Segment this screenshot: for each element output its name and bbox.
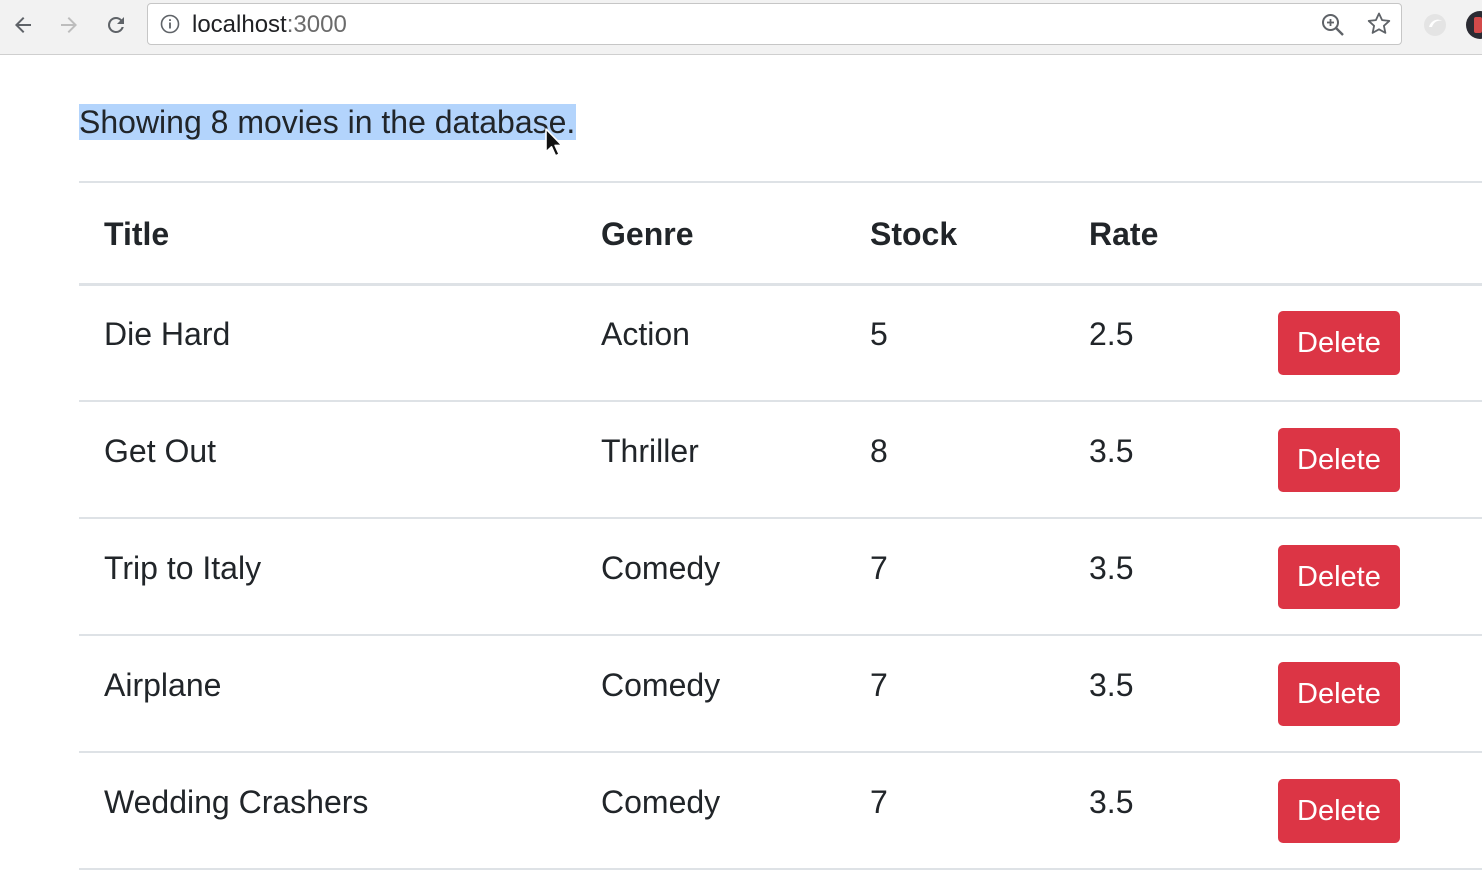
cell-stock: 8: [870, 433, 888, 469]
star-icon[interactable]: [1366, 11, 1392, 37]
delete-button[interactable]: Delete: [1278, 544, 1400, 609]
cell-stock: 7: [870, 784, 888, 820]
cell-actions: Delete: [1253, 518, 1482, 635]
delete-button[interactable]: Delete: [1278, 661, 1400, 726]
cell-title: Wedding Crashers: [104, 784, 369, 820]
table-header-row: Title Genre Stock Rate: [79, 181, 1482, 286]
cell-stock: 7: [870, 550, 888, 586]
cell-genre: Thriller: [601, 433, 699, 469]
url-port: :3000: [286, 11, 347, 38]
cell-actions: Delete: [1253, 635, 1482, 752]
header-genre: Genre: [576, 181, 845, 286]
header-actions: [1253, 181, 1482, 286]
cell-title: Die Hard: [104, 316, 231, 353]
info-icon[interactable]: [160, 14, 180, 34]
url-host: localhost: [192, 11, 287, 38]
zoom-icon[interactable]: [1320, 12, 1346, 38]
cell-stock: 5: [870, 316, 888, 353]
back-icon: [15, 17, 31, 33]
delete-button[interactable]: Delete: [1278, 778, 1400, 843]
url-text[interactable]: localhost:3000: [192, 12, 347, 38]
cell-actions: Delete: [1253, 752, 1482, 869]
cell-title: Trip to Italy: [104, 550, 262, 586]
header-title: Title: [79, 181, 576, 286]
cell-genre: Comedy: [601, 667, 721, 703]
movies-count-text: Showing 8 movies in the database.: [79, 103, 577, 141]
movies-table: Title Genre Stock Rate Die Hard Action 5…: [79, 181, 1482, 870]
back-button[interactable]: [8, 10, 38, 40]
delete-button[interactable]: Delete: [1278, 310, 1400, 375]
table-row: Get Out Thriller 8 3.5 Delete: [79, 401, 1482, 518]
header-stock: Stock: [845, 181, 1064, 286]
table-row: Wedding Crashers Comedy 7 3.5 Delete: [79, 752, 1482, 869]
cell-actions: Delete: [1253, 284, 1482, 401]
reload-icon: [108, 16, 124, 33]
browser-toolbar: localhost:3000: [0, 0, 1482, 55]
forward-button[interactable]: [54, 10, 84, 40]
reload-button[interactable]: [101, 10, 131, 40]
address-bar[interactable]: localhost:3000: [147, 3, 1402, 45]
cell-genre: Action: [601, 316, 690, 353]
cell-rate: 3.5: [1089, 784, 1134, 820]
profile-avatar[interactable]: [1466, 11, 1482, 39]
cell-title: Get Out: [104, 433, 217, 469]
cell-title: Airplane: [104, 667, 222, 703]
cell-rate: 3.5: [1089, 667, 1134, 703]
selected-summary-text: Showing 8 movies in the database.: [79, 104, 577, 140]
forward-icon: [61, 17, 77, 33]
table-row: Die Hard Action 5 2.5 Delete: [79, 284, 1482, 401]
cell-stock: 7: [870, 667, 888, 703]
extension-icon[interactable]: [1421, 11, 1449, 39]
cell-rate: 3.5: [1089, 433, 1134, 469]
cell-rate: 2.5: [1089, 316, 1134, 353]
table-row: Airplane Comedy 7 3.5 Delete: [79, 635, 1482, 752]
cell-rate: 3.5: [1089, 550, 1134, 586]
delete-button[interactable]: Delete: [1278, 427, 1400, 492]
cell-genre: Comedy: [601, 550, 721, 586]
cell-actions: Delete: [1253, 401, 1482, 518]
header-rate: Rate: [1064, 181, 1253, 286]
cell-genre: Comedy: [601, 784, 721, 820]
table-row: Trip to Italy Comedy 7 3.5 Delete: [79, 518, 1482, 635]
